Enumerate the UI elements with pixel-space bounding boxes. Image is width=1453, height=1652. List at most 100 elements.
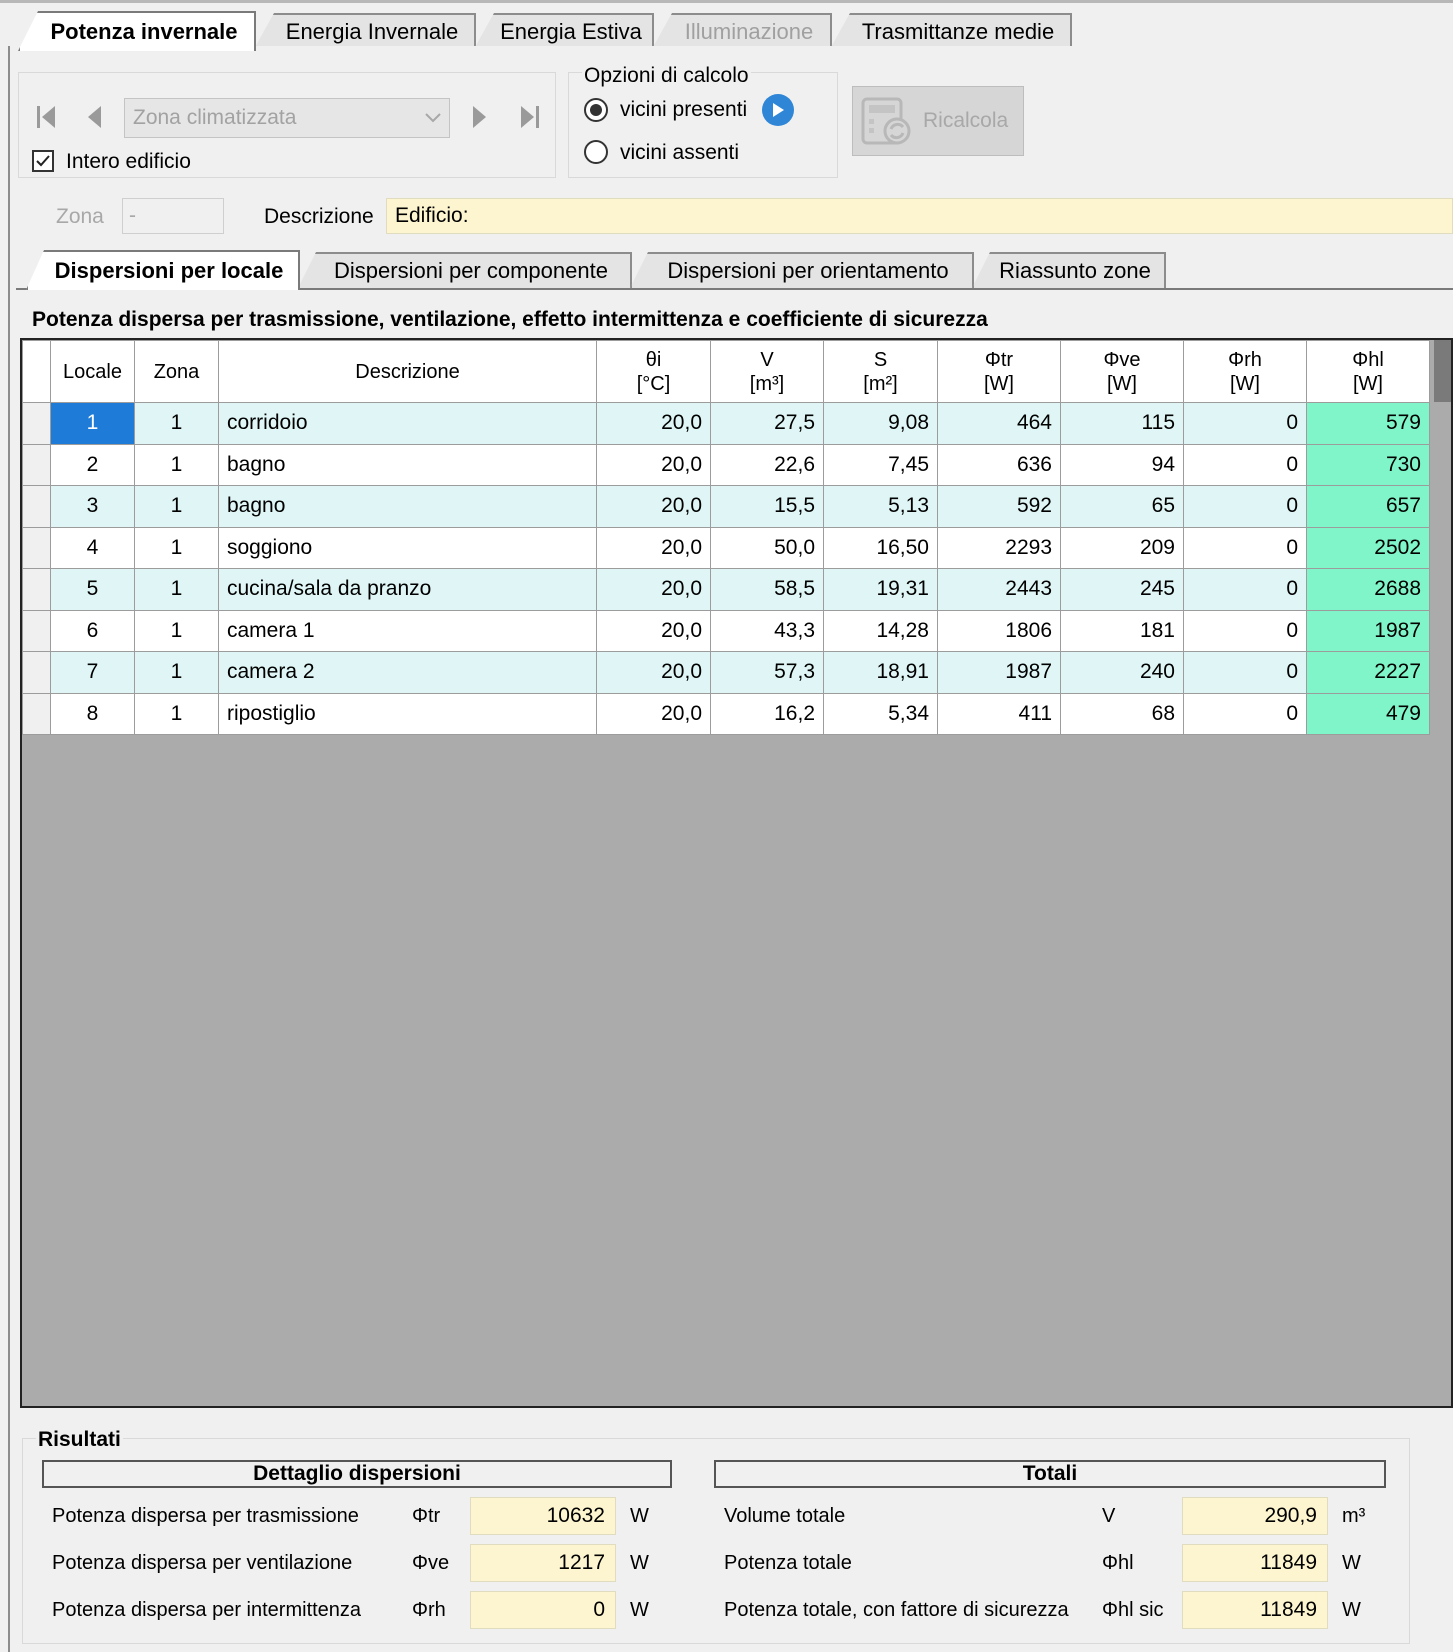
cell-volume[interactable]: 27,5 bbox=[710, 402, 824, 445]
tab-dispersioni-per-locale[interactable]: Dispersioni per locale bbox=[26, 250, 300, 290]
cell-locale[interactable]: 3 bbox=[50, 485, 135, 528]
cell-volume[interactable]: 50,0 bbox=[710, 526, 824, 569]
cell-phi-rh[interactable]: 0 bbox=[1183, 485, 1307, 528]
cell-zona[interactable]: 1 bbox=[134, 609, 219, 652]
row-header[interactable] bbox=[22, 568, 51, 611]
cell-phi-tr[interactable]: 1987 bbox=[937, 651, 1061, 694]
table-row[interactable]: 2 1 bagno 20,0 22,6 7,45 636 94 0 730 bbox=[22, 443, 1430, 486]
cell-surface[interactable]: 19,31 bbox=[823, 568, 938, 611]
tab-energia-estiva[interactable]: Energia Estiva bbox=[474, 13, 654, 49]
cell-locale[interactable]: 8 bbox=[50, 692, 135, 735]
cell-locale[interactable]: 2 bbox=[50, 443, 135, 486]
cell-phi-ve[interactable]: 240 bbox=[1060, 651, 1184, 694]
row-header[interactable] bbox=[22, 651, 51, 694]
table-row[interactable]: 7 1 camera 2 20,0 57,3 18,91 1987 240 0 2227 bbox=[22, 651, 1430, 694]
cell-phi-ve[interactable]: 245 bbox=[1060, 568, 1184, 611]
tab-riassunto-zone[interactable]: Riassunto zone bbox=[972, 252, 1166, 288]
table-row[interactable]: 5 1 cucina/sala da pranzo 20,0 58,5 19,31 2443… bbox=[22, 568, 1430, 611]
cell-phi-rh[interactable]: 0 bbox=[1183, 526, 1307, 569]
tab-energia-invernale[interactable]: Energia Invernale bbox=[254, 13, 476, 49]
cell-phi-ve[interactable]: 94 bbox=[1060, 443, 1184, 486]
whole-building-checkbox[interactable] bbox=[32, 150, 54, 172]
row-header[interactable] bbox=[22, 692, 51, 735]
cell-descrizione[interactable]: camera 1 bbox=[218, 609, 597, 652]
cell-descrizione[interactable]: bagno bbox=[218, 443, 597, 486]
cell-zona[interactable]: 1 bbox=[134, 692, 219, 735]
col-header-phi-rh[interactable]: Φrh [W] bbox=[1183, 340, 1307, 403]
row-header[interactable] bbox=[22, 485, 51, 528]
col-header-phi-hl[interactable]: Φhl [W] bbox=[1306, 340, 1430, 403]
cell-descrizione[interactable]: soggiono bbox=[218, 526, 597, 569]
tab-potenza-invernale[interactable]: Potenza invernale bbox=[18, 11, 256, 51]
cell-phi-ve[interactable]: 65 bbox=[1060, 485, 1184, 528]
cell-phi-hl[interactable]: 657 bbox=[1306, 485, 1430, 528]
next-record-button[interactable] bbox=[464, 102, 494, 132]
col-header-phi-tr[interactable]: Φtr [W] bbox=[937, 340, 1061, 403]
prev-record-button[interactable] bbox=[80, 102, 110, 132]
cell-theta[interactable]: 20,0 bbox=[596, 443, 711, 486]
tab-dispersioni-per-componente[interactable]: Dispersioni per componente bbox=[298, 252, 632, 288]
cell-surface[interactable]: 9,08 bbox=[823, 402, 938, 445]
radio-vicini-presenti[interactable] bbox=[584, 98, 608, 122]
cell-phi-ve[interactable]: 181 bbox=[1060, 609, 1184, 652]
cell-theta[interactable]: 20,0 bbox=[596, 485, 711, 528]
cell-phi-tr[interactable]: 2443 bbox=[937, 568, 1061, 611]
table-row[interactable]: 4 1 soggiono 20,0 50,0 16,50 2293 209 0 2502 bbox=[22, 526, 1430, 569]
cell-surface[interactable]: 16,50 bbox=[823, 526, 938, 569]
cell-volume[interactable]: 15,5 bbox=[710, 485, 824, 528]
cell-phi-ve[interactable]: 115 bbox=[1060, 402, 1184, 445]
cell-descrizione[interactable]: camera 2 bbox=[218, 651, 597, 694]
cell-phi-rh[interactable]: 0 bbox=[1183, 609, 1307, 652]
radio-vicini-assenti[interactable] bbox=[584, 140, 608, 164]
cell-volume[interactable]: 57,3 bbox=[710, 651, 824, 694]
cell-surface[interactable]: 7,45 bbox=[823, 443, 938, 486]
dispersions-grid[interactable]: Locale Zona Descrizione θi [°C] V [m³] S [m… bbox=[20, 338, 1453, 1408]
cell-locale[interactable]: 4 bbox=[50, 526, 135, 569]
zone-combobox[interactable]: Zona climatizzata bbox=[124, 98, 450, 138]
col-header-zona[interactable]: Zona bbox=[134, 340, 219, 403]
cell-phi-rh[interactable]: 0 bbox=[1183, 651, 1307, 694]
cell-theta[interactable]: 20,0 bbox=[596, 526, 711, 569]
tab-trasmittanze-medie[interactable]: Trasmittanze medie bbox=[830, 13, 1072, 49]
cell-phi-hl[interactable]: 2502 bbox=[1306, 526, 1430, 569]
col-header-phi-ve[interactable]: Φve [W] bbox=[1060, 340, 1184, 403]
col-header-theta[interactable]: θi [°C] bbox=[596, 340, 711, 403]
col-header-descrizione[interactable]: Descrizione bbox=[218, 340, 597, 403]
cell-zona[interactable]: 1 bbox=[134, 485, 219, 528]
cell-volume[interactable]: 58,5 bbox=[710, 568, 824, 611]
tab-dispersioni-per-orientamento[interactable]: Dispersioni per orientamento bbox=[630, 252, 974, 288]
first-record-button[interactable] bbox=[32, 102, 62, 132]
cell-descrizione[interactable]: corridoio bbox=[218, 402, 597, 445]
cell-volume[interactable]: 22,6 bbox=[710, 443, 824, 486]
recalculate-button[interactable]: Ricalcola bbox=[852, 86, 1024, 156]
table-row[interactable]: 8 1 ripostiglio 20,0 16,2 5,34 411 68 0 479 bbox=[22, 692, 1430, 735]
cell-volume[interactable]: 43,3 bbox=[710, 609, 824, 652]
row-header[interactable] bbox=[22, 402, 51, 445]
description-field[interactable]: Edificio: bbox=[386, 198, 1453, 234]
row-header[interactable] bbox=[22, 443, 51, 486]
cell-surface[interactable]: 14,28 bbox=[823, 609, 938, 652]
cell-phi-hl[interactable]: 2227 bbox=[1306, 651, 1430, 694]
col-header-volume[interactable]: V [m³] bbox=[710, 340, 824, 403]
cell-phi-rh[interactable]: 0 bbox=[1183, 692, 1307, 735]
cell-phi-tr[interactable]: 592 bbox=[937, 485, 1061, 528]
cell-locale[interactable]: 7 bbox=[50, 651, 135, 694]
cell-phi-rh[interactable]: 0 bbox=[1183, 568, 1307, 611]
cell-surface[interactable]: 5,34 bbox=[823, 692, 938, 735]
cell-zona[interactable]: 1 bbox=[134, 443, 219, 486]
col-header-surface[interactable]: S [m²] bbox=[823, 340, 938, 403]
cell-phi-tr[interactable]: 1806 bbox=[937, 609, 1061, 652]
cell-surface[interactable]: 18,91 bbox=[823, 651, 938, 694]
cell-zona[interactable]: 1 bbox=[134, 651, 219, 694]
cell-descrizione[interactable]: ripostiglio bbox=[218, 692, 597, 735]
row-header[interactable] bbox=[22, 526, 51, 569]
cell-phi-ve[interactable]: 68 bbox=[1060, 692, 1184, 735]
cell-phi-hl[interactable]: 479 bbox=[1306, 692, 1430, 735]
cell-locale[interactable]: 5 bbox=[50, 568, 135, 611]
cell-phi-tr[interactable]: 464 bbox=[937, 402, 1061, 445]
cell-phi-ve[interactable]: 209 bbox=[1060, 526, 1184, 569]
cell-zona[interactable]: 1 bbox=[134, 402, 219, 445]
cell-locale[interactable]: 1 bbox=[50, 402, 135, 445]
cell-phi-tr[interactable]: 2293 bbox=[937, 526, 1061, 569]
cell-theta[interactable]: 20,0 bbox=[596, 651, 711, 694]
